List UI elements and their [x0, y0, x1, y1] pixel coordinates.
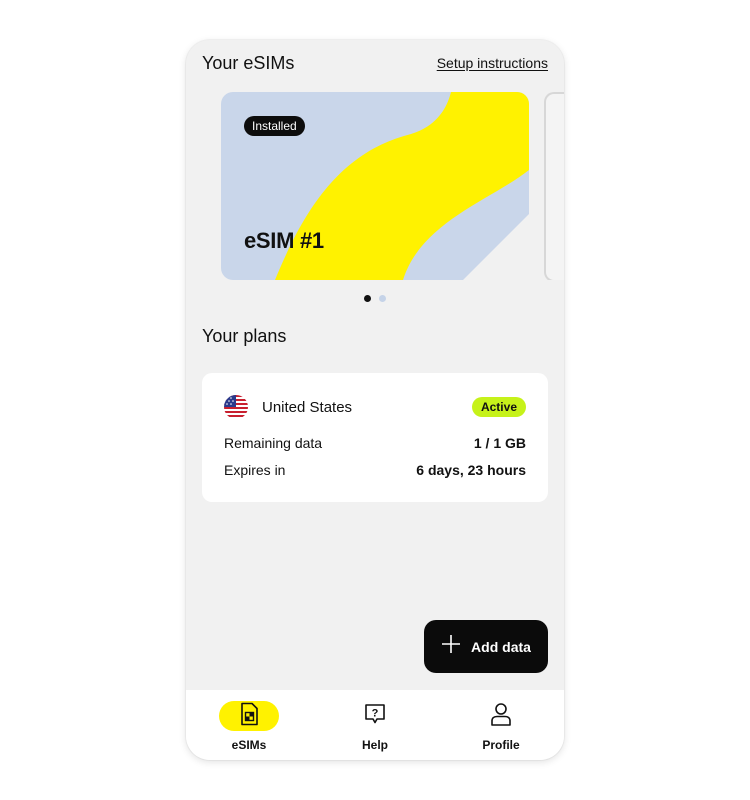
- page-title: Your eSIMs: [202, 52, 295, 73]
- plan-country: United States: [262, 398, 353, 416]
- pagination-dot-active[interactable]: [364, 295, 371, 302]
- carousel-pagination: [186, 295, 564, 302]
- sim-card-icon: [239, 702, 259, 731]
- remaining-data-label: Remaining data: [224, 435, 323, 451]
- esim-carousel[interactable]: Installed eSIM #1: [186, 92, 564, 280]
- help-chat-icon: ?: [364, 703, 386, 730]
- nav-item-profile[interactable]: Profile: [438, 690, 564, 760]
- us-flag-icon: [224, 395, 248, 419]
- remaining-data-row: Remaining data 1 / 1 GB: [224, 435, 526, 451]
- add-data-button[interactable]: Add data: [424, 620, 548, 673]
- nav-label-esims: eSIMs: [231, 738, 267, 752]
- esim-name: eSIM #1: [244, 228, 324, 253]
- status-badge: Active: [471, 397, 526, 417]
- nav-item-help[interactable]: ? Help: [312, 690, 438, 760]
- remaining-data-value: 1 / 1 GB: [473, 435, 526, 451]
- nav-label-profile: Profile: [482, 738, 520, 752]
- nav-label-help: Help: [361, 738, 388, 752]
- next-esim-card-peek[interactable]: [544, 92, 564, 280]
- bottom-navigation: eSIMs ? Help Profile: [186, 690, 564, 760]
- add-data-label: Add data: [471, 638, 531, 655]
- nav-icon-container: ?: [345, 701, 405, 731]
- header: Your eSIMs Setup instructions: [202, 48, 548, 78]
- expires-label: Expires in: [224, 462, 286, 478]
- pagination-dot[interactable]: [379, 295, 386, 302]
- plans-section-title: Your plans: [202, 326, 287, 346]
- installed-badge: Installed: [244, 116, 305, 136]
- nav-active-indicator: [219, 701, 279, 731]
- nav-icon-container: [471, 701, 531, 731]
- svg-text:?: ?: [372, 707, 379, 719]
- plan-card[interactable]: United States Active Remaining data 1 / …: [202, 373, 548, 502]
- plus-icon: [441, 634, 461, 659]
- nav-item-esims[interactable]: eSIMs: [186, 690, 312, 760]
- plan-header: United States Active: [224, 395, 526, 419]
- person-icon: [490, 702, 512, 731]
- expires-row: Expires in 6 days, 23 hours: [224, 462, 526, 478]
- expires-value: 6 days, 23 hours: [416, 462, 526, 478]
- esim-card[interactable]: Installed eSIM #1: [221, 92, 529, 280]
- app-screen: Your eSIMs Setup instructions Installed …: [186, 40, 564, 760]
- setup-instructions-link[interactable]: Setup instructions: [437, 55, 548, 71]
